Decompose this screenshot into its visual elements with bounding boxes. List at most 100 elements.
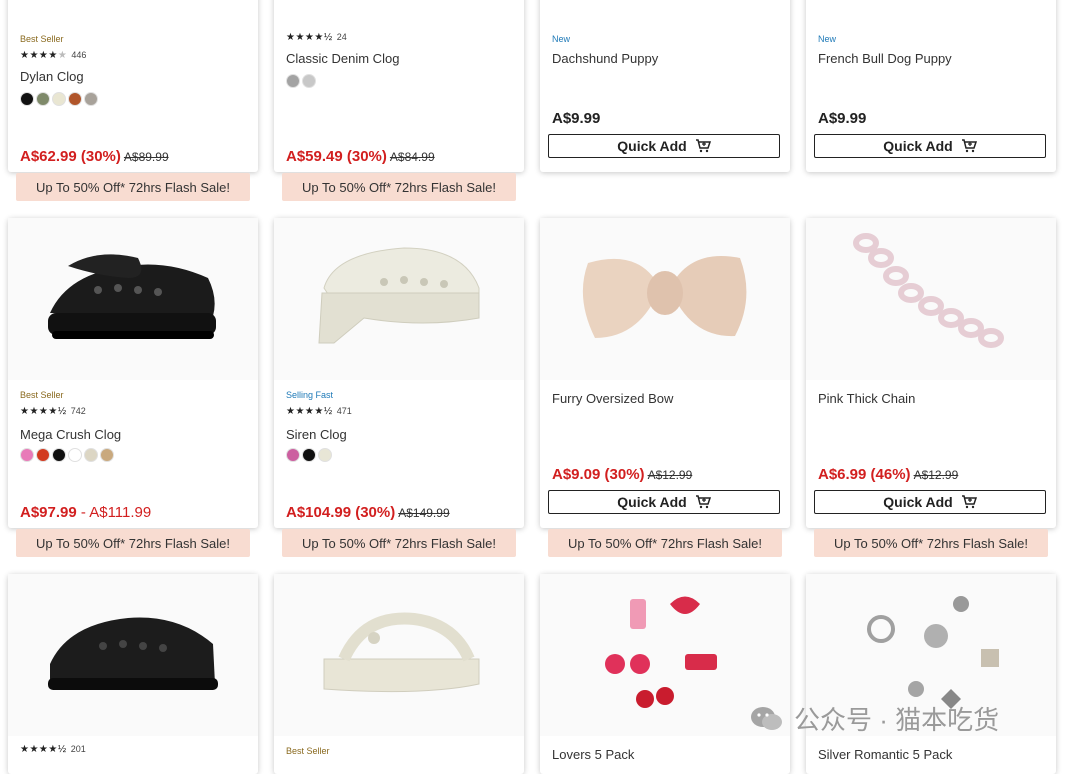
color-swatches bbox=[286, 74, 316, 88]
color-swatch[interactable] bbox=[20, 448, 34, 462]
wechat-icon bbox=[751, 706, 782, 730]
badge-best-seller: Best Seller bbox=[20, 390, 64, 400]
watermark: 公众号 · 猫本吃货 bbox=[750, 700, 999, 737]
product-image[interactable] bbox=[274, 574, 524, 736]
color-swatch[interactable] bbox=[84, 92, 98, 106]
color-swatch[interactable] bbox=[36, 448, 50, 462]
review-count: 446 bbox=[71, 50, 87, 60]
product-image[interactable] bbox=[274, 218, 524, 380]
product-name[interactable]: Classic Denim Clog bbox=[286, 51, 399, 66]
promo-banner[interactable]: Up To 50% Off* 72hrs Flash Sale! bbox=[282, 173, 516, 201]
quick-add-label: Quick Add bbox=[883, 494, 953, 510]
promo-banner[interactable]: Up To 50% Off* 72hrs Flash Sale! bbox=[814, 529, 1048, 557]
color-swatch[interactable] bbox=[68, 448, 82, 462]
product-name[interactable]: Siren Clog bbox=[286, 427, 347, 442]
sale-price: A$6.99 (46%) A$12.99 bbox=[818, 466, 959, 483]
quick-add-label: Quick Add bbox=[883, 138, 953, 154]
promo-banner[interactable]: Up To 50% Off* 72hrs Flash Sale! bbox=[282, 529, 516, 557]
promo-banner[interactable]: Up To 50% Off* 72hrs Flash Sale! bbox=[16, 529, 250, 557]
product-name[interactable]: Pink Thick Chain bbox=[818, 391, 915, 406]
original-price: A$84.99 bbox=[389, 150, 435, 164]
color-swatches bbox=[20, 92, 98, 106]
review-count: 201 bbox=[70, 744, 86, 754]
sale-price: A$62.99 (30%) A$89.99 bbox=[20, 148, 169, 165]
product-name[interactable]: Furry Oversized Bow bbox=[552, 391, 673, 406]
product-name[interactable]: Silver Romantic 5 Pack bbox=[818, 747, 952, 762]
product-name[interactable]: Lovers 5 Pack bbox=[552, 747, 634, 762]
product-card[interactable]: New French Bull Dog Puppy A$9.99 Quick A… bbox=[806, 0, 1056, 172]
badge-selling-fast: Selling Fast bbox=[286, 390, 334, 400]
star-rating: ★★★★½ 24 bbox=[286, 32, 347, 43]
color-swatches bbox=[20, 448, 114, 462]
color-swatch[interactable] bbox=[68, 92, 82, 106]
cart-icon bbox=[961, 495, 977, 509]
product-card[interactable]: Best Seller ★★★★★ 446 Dylan Clog A$62.99 … bbox=[8, 0, 258, 172]
original-price: A$12.99 bbox=[913, 468, 959, 482]
product-image[interactable] bbox=[540, 218, 790, 380]
sale-price: A$97.99 - A$111.99 bbox=[20, 504, 152, 521]
color-swatch[interactable] bbox=[20, 92, 34, 106]
price: A$9.99 bbox=[818, 110, 867, 127]
clog-image bbox=[318, 247, 480, 344]
star-rating: ★★★★★ 446 bbox=[20, 50, 87, 61]
product-card[interactable]: Best Seller ★★★★½ 742 Mega Crush Clog A$9… bbox=[8, 218, 258, 528]
product-card[interactable]: Silver Romantic 5 Pack bbox=[806, 574, 1056, 774]
product-name[interactable]: Mega Crush Clog bbox=[20, 427, 121, 442]
clog-image bbox=[48, 617, 218, 690]
sale-price: A$104.99 (30%) A$149.99 bbox=[286, 504, 450, 521]
product-image[interactable] bbox=[8, 574, 258, 736]
original-price: A$12.99 bbox=[647, 468, 693, 482]
review-count: 742 bbox=[70, 406, 86, 416]
cart-icon bbox=[695, 495, 711, 509]
color-swatch[interactable] bbox=[52, 448, 66, 462]
bow-image bbox=[582, 256, 747, 338]
star-rating: ★★★★½ 742 bbox=[20, 406, 86, 417]
badge-new: New bbox=[818, 34, 837, 44]
color-swatch[interactable] bbox=[302, 74, 316, 88]
product-card[interactable]: Furry Oversized Bow A$9.09 (30%) A$12.99 … bbox=[540, 218, 790, 528]
review-count: 24 bbox=[336, 32, 347, 42]
quick-add-label: Quick Add bbox=[617, 138, 687, 154]
product-image[interactable] bbox=[8, 218, 258, 380]
price: A$9.99 bbox=[552, 110, 601, 127]
product-name[interactable]: Dachshund Puppy bbox=[552, 51, 658, 66]
quick-add-button[interactable]: Quick Add bbox=[548, 134, 780, 158]
cart-icon bbox=[961, 139, 977, 153]
promo-banner[interactable]: Up To 50% Off* 72hrs Flash Sale! bbox=[16, 173, 250, 201]
product-name[interactable]: French Bull Dog Puppy bbox=[818, 51, 952, 66]
review-count: 471 bbox=[336, 406, 352, 416]
product-name[interactable]: Dylan Clog bbox=[20, 69, 84, 84]
sandal-image bbox=[323, 612, 480, 693]
promo-banner[interactable]: Up To 50% Off* 72hrs Flash Sale! bbox=[548, 529, 782, 557]
color-swatch[interactable] bbox=[302, 448, 316, 462]
sale-price: A$9.09 (30%) A$12.99 bbox=[552, 466, 693, 483]
color-swatch[interactable] bbox=[318, 448, 332, 462]
clog-image bbox=[48, 254, 216, 339]
product-card[interactable]: ★★★★½ 201 bbox=[8, 574, 258, 774]
color-swatches bbox=[286, 448, 332, 462]
quick-add-label: Quick Add bbox=[617, 494, 687, 510]
star-rating: ★★★★½ 471 bbox=[286, 406, 352, 417]
product-card[interactable]: Lovers 5 Pack bbox=[540, 574, 790, 774]
price-range-end: - A$111.99 bbox=[80, 504, 152, 521]
product-image[interactable] bbox=[806, 218, 1056, 380]
color-swatch[interactable] bbox=[52, 92, 66, 106]
badge-best-seller: Best Seller bbox=[20, 34, 64, 44]
badge-new: New bbox=[552, 34, 571, 44]
product-card[interactable]: Selling Fast ★★★★½ 471 Siren Clog A$104.9… bbox=[274, 218, 524, 528]
color-swatch[interactable] bbox=[286, 448, 300, 462]
chain-image bbox=[853, 233, 1004, 348]
product-card[interactable]: ★★★★½ 24 Classic Denim Clog A$59.49 (30%)… bbox=[274, 0, 524, 172]
color-swatch[interactable] bbox=[36, 92, 50, 106]
product-card[interactable]: Pink Thick Chain A$6.99 (46%) A$12.99 Qui… bbox=[806, 218, 1056, 528]
color-swatch[interactable] bbox=[84, 448, 98, 462]
sale-price: A$59.49 (30%) A$84.99 bbox=[286, 148, 435, 165]
color-swatch[interactable] bbox=[286, 74, 300, 88]
quick-add-button[interactable]: Quick Add bbox=[814, 134, 1046, 158]
badge-best-seller: Best Seller bbox=[286, 746, 330, 756]
product-card[interactable]: Best Seller bbox=[274, 574, 524, 774]
product-card[interactable]: New Dachshund Puppy A$9.99 Quick Add bbox=[540, 0, 790, 172]
quick-add-button[interactable]: Quick Add bbox=[814, 490, 1046, 514]
quick-add-button[interactable]: Quick Add bbox=[548, 490, 780, 514]
color-swatch[interactable] bbox=[100, 448, 114, 462]
